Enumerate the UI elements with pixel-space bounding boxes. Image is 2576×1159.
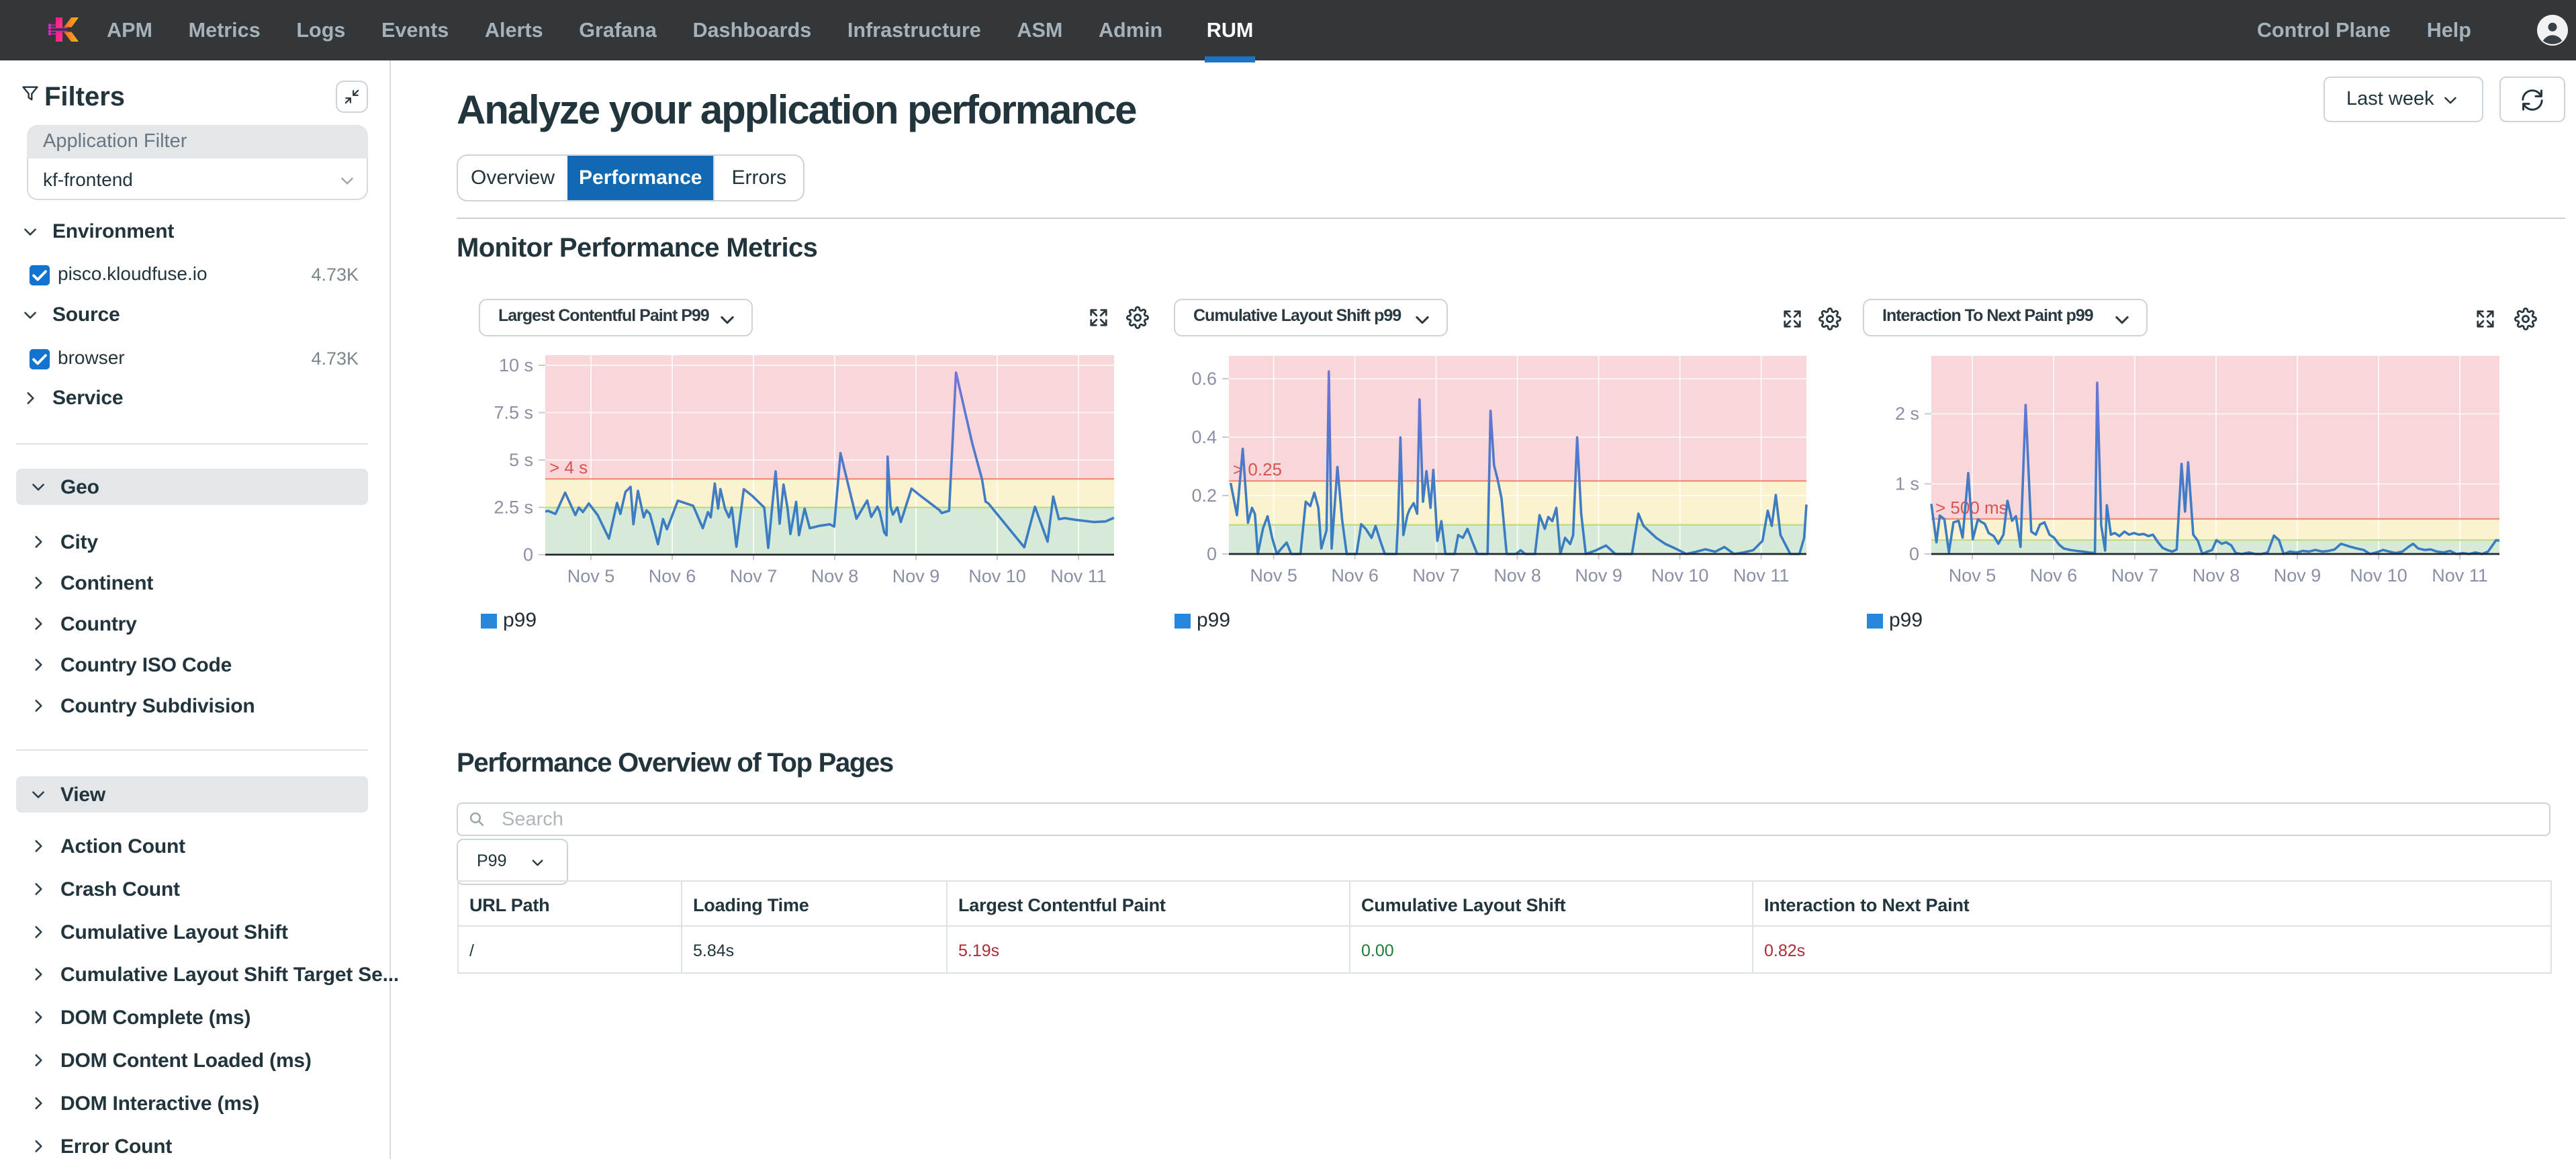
svg-text:Nov 7: Nov 7 [2111, 565, 2159, 586]
svg-text:2 s: 2 s [1895, 404, 1919, 424]
svg-text:> 4 s: > 4 s [549, 457, 588, 477]
svg-text:Nov 5: Nov 5 [567, 566, 615, 586]
svg-text:2.5 s: 2.5 s [494, 497, 533, 517]
svg-text:Nov 9: Nov 9 [1575, 565, 1622, 586]
svg-text:Nov 7: Nov 7 [1412, 565, 1460, 586]
svg-text:Nov 8: Nov 8 [811, 566, 859, 586]
svg-text:Nov 9: Nov 9 [2274, 565, 2321, 586]
svg-text:Nov 10: Nov 10 [2350, 565, 2407, 586]
svg-text:7.5 s: 7.5 s [494, 403, 533, 423]
svg-text:0: 0 [1909, 544, 1919, 564]
svg-text:Nov 10: Nov 10 [1651, 565, 1709, 586]
svg-text:0: 0 [523, 545, 533, 565]
svg-text:0.4: 0.4 [1191, 427, 1217, 447]
svg-text:5 s: 5 s [509, 450, 533, 470]
svg-text:0.2: 0.2 [1191, 485, 1217, 506]
svg-text:Nov 8: Nov 8 [1493, 565, 1541, 586]
svg-text:Nov 5: Nov 5 [1250, 565, 1297, 586]
svg-text:Nov 8: Nov 8 [2193, 565, 2240, 586]
svg-text:Nov 7: Nov 7 [730, 566, 778, 586]
svg-text:Nov 6: Nov 6 [2030, 565, 2078, 586]
svg-text:Nov 5: Nov 5 [1949, 565, 1996, 586]
svg-text:0: 0 [1207, 544, 1217, 564]
svg-text:Nov 9: Nov 9 [892, 566, 940, 586]
svg-text:Nov 10: Nov 10 [968, 566, 1026, 586]
svg-text:Nov 6: Nov 6 [649, 566, 696, 586]
svg-text:0.6: 0.6 [1191, 369, 1217, 389]
svg-text:Nov 11: Nov 11 [1050, 566, 1107, 586]
svg-text:1 s: 1 s [1895, 474, 1919, 494]
svg-text:Nov 11: Nov 11 [2432, 565, 2488, 586]
svg-text:Nov 6: Nov 6 [1331, 565, 1379, 586]
svg-text:Nov 11: Nov 11 [1733, 565, 1790, 586]
svg-text:10 s: 10 s [499, 355, 533, 375]
